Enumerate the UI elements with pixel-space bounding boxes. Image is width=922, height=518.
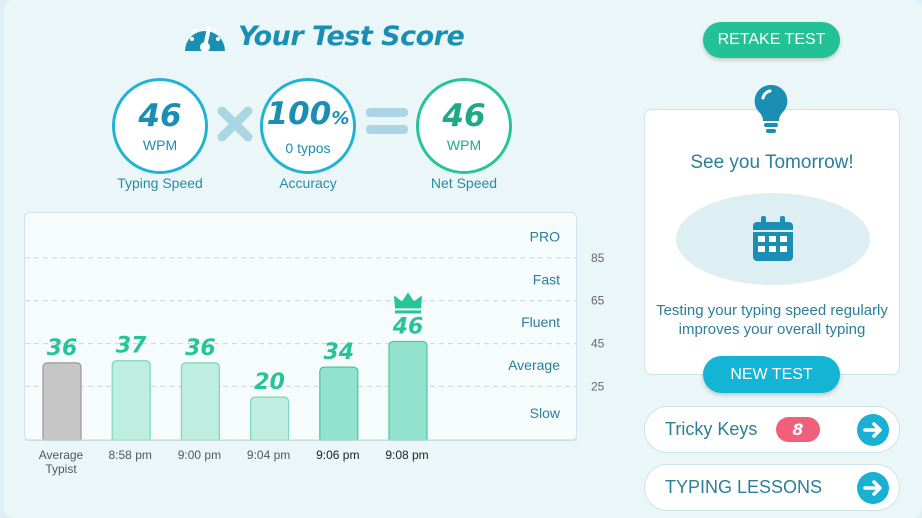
- band-label: Fast: [533, 271, 560, 287]
- tricky-keys-count-badge: 8: [776, 417, 820, 442]
- lightbulb-icon: [754, 84, 788, 133]
- x-category-label: 8:58 pm: [108, 448, 152, 462]
- chart-bar: [388, 340, 428, 441]
- net-speed-label: Net Speed: [430, 175, 498, 191]
- chart-bar: [180, 362, 220, 441]
- chart-bar: [111, 360, 151, 441]
- new-test-button[interactable]: NEW TEST: [703, 356, 840, 393]
- x-category-label: Average Typist: [38, 448, 84, 476]
- typing-speed-label: Typing Speed: [117, 175, 203, 191]
- calendar-ellipse: [676, 193, 870, 285]
- net-speed-unit: WPM: [446, 137, 482, 153]
- x-category-label: 9:04 pm: [246, 448, 291, 462]
- retake-test-button[interactable]: RETAKE TEST: [703, 22, 840, 58]
- chart-bar: [42, 362, 82, 441]
- page-title: Your Test Score: [182, 16, 465, 56]
- speed-history-chart: 25 45 65 85 Slow Average Fluent Fast PRO 36 37 36 20…: [24, 212, 605, 441]
- x-category-label: 9:08 pm: [385, 448, 429, 462]
- net-speed-circle: 46 WPM: [416, 78, 512, 174]
- bar-value-label: 46: [392, 314, 424, 339]
- accuracy-circle: 100% 0 typos: [260, 78, 356, 174]
- bar-value-label: 36: [185, 336, 216, 361]
- y-tick-label: 65: [591, 294, 605, 308]
- y-tick-label: 85: [591, 251, 605, 265]
- typo-count: 0 typos: [285, 139, 331, 156]
- card-desc-line2: improves your overall typing: [678, 321, 866, 338]
- band-label: Fluent: [521, 314, 560, 330]
- arrow-right-icon[interactable]: [857, 472, 889, 504]
- equals-icon: [366, 108, 408, 134]
- chart-bar: [319, 366, 359, 441]
- accuracy-percent: %: [331, 107, 350, 129]
- card-desc-line1: Testing your typing speed regularly: [656, 302, 888, 319]
- speedometer-icon: [185, 26, 225, 52]
- chart-bar: [250, 396, 290, 441]
- crown-icon: [394, 292, 422, 309]
- crown-base: [395, 310, 421, 314]
- page-title-text: Your Test Score: [238, 20, 465, 52]
- arrow-right-icon[interactable]: [857, 414, 889, 446]
- accuracy-value-wrap: 100%: [267, 97, 350, 136]
- typing-speed-circle: 46 WPM: [112, 78, 208, 174]
- tomorrow-card: See you Tomorrow! Testing your typing sp…: [644, 109, 900, 375]
- typing-speed-unit: WPM: [142, 137, 178, 153]
- card-title: See you Tomorrow!: [690, 152, 854, 173]
- bar-value-label: 36: [47, 336, 78, 361]
- chart-category-labels: Average Typist 8:58 pm 9:00 pm 9:04 pm 9:06 …: [24, 448, 454, 488]
- x-category-label: 9:00 pm: [177, 448, 222, 462]
- bar-value-label: 37: [116, 334, 147, 359]
- multiply-icon: [217, 106, 253, 142]
- y-tick-label: 25: [591, 379, 605, 393]
- bar-value-label: 20: [254, 370, 285, 395]
- bar-value-label: 34: [323, 340, 354, 365]
- tricky-keys-label: Tricky Keys: [665, 419, 758, 439]
- card-description: Testing your typing speed regularly impr…: [645, 301, 899, 339]
- band-label: PRO: [530, 228, 560, 244]
- band-label: Slow: [530, 405, 561, 421]
- chart-svg: 25 45 65 85 Slow Average Fluent Fast PRO 36 37 36 20…: [25, 228, 605, 441]
- typing-lessons-row[interactable]: TYPING LESSONS: [644, 464, 900, 511]
- calendar-icon: [753, 216, 793, 261]
- tricky-keys-row[interactable]: Tricky Keys 8: [644, 406, 900, 453]
- accuracy-value: 100: [266, 95, 332, 132]
- typing-lessons-label: TYPING LESSONS: [665, 477, 823, 497]
- net-speed-value: 46: [442, 98, 486, 134]
- y-tick-label: 45: [591, 337, 605, 351]
- typing-speed-value: 46: [138, 98, 182, 134]
- accuracy-label: Accuracy: [279, 175, 337, 191]
- x-category-label: 9:06 pm: [316, 448, 360, 462]
- band-label: Average: [508, 357, 560, 373]
